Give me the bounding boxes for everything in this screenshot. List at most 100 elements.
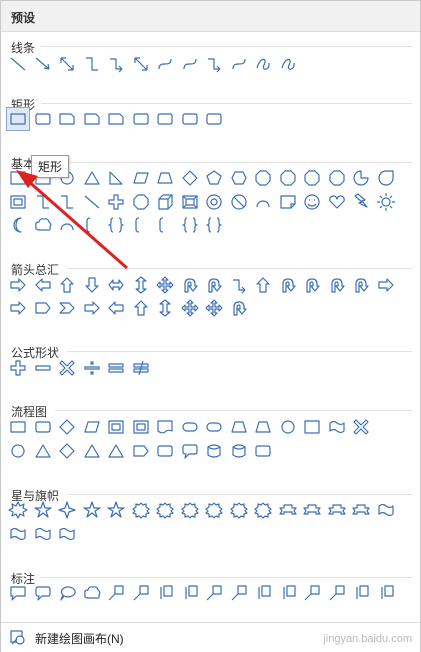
bar-callout-shape-icon[interactable] [179, 582, 201, 604]
terminator-shape-icon[interactable] [179, 416, 201, 438]
cylinder-shape-icon[interactable] [203, 440, 225, 462]
elbow-shape-icon[interactable] [32, 191, 54, 213]
num-gon-shape-icon[interactable] [277, 167, 299, 189]
wave-shape-icon[interactable] [32, 523, 54, 545]
bar-callout-shape-icon[interactable] [350, 582, 372, 604]
arc-shape-icon[interactable] [56, 214, 78, 236]
round-rect-shape-icon[interactable] [32, 108, 54, 130]
callout-round-shape-icon[interactable] [32, 582, 54, 604]
star-shape-icon[interactable] [105, 499, 127, 521]
label-shape-icon[interactable] [7, 167, 29, 189]
bevel-shape-icon[interactable] [179, 191, 201, 213]
line-callout-shape-icon[interactable] [326, 582, 348, 604]
bracket-shape-icon[interactable] [154, 214, 176, 236]
document-shape-icon[interactable] [154, 416, 176, 438]
wave-shape-icon[interactable] [375, 499, 397, 521]
triangle-shape-icon[interactable] [81, 440, 103, 462]
round-rect-shape-icon[interactable] [154, 440, 176, 462]
snip-rect-shape-icon[interactable] [56, 108, 78, 130]
triangle-shape-icon[interactable] [32, 440, 54, 462]
cube-shape-icon[interactable] [154, 191, 176, 213]
num-gon-shape-icon[interactable] [326, 167, 348, 189]
seal-shape-icon[interactable] [179, 499, 201, 521]
trap-shape-icon[interactable] [228, 416, 250, 438]
arrow-u-shape-icon[interactable] [56, 274, 78, 296]
circle-shape-icon[interactable] [277, 416, 299, 438]
label-shape-icon[interactable] [301, 416, 323, 438]
pentagon-shape-icon[interactable] [203, 167, 225, 189]
equal-shape-icon[interactable] [105, 357, 127, 379]
terminator-shape-icon[interactable] [203, 416, 225, 438]
arrow-r-shape-icon[interactable] [7, 297, 29, 319]
arc-shape-icon[interactable] [252, 191, 274, 213]
elbow-shape-icon[interactable] [81, 53, 103, 75]
round-rect-shape-icon[interactable] [32, 416, 54, 438]
uturn-shape-icon[interactable] [228, 297, 250, 319]
diamond-shape-icon[interactable] [179, 167, 201, 189]
arrow-u-shape-icon[interactable] [130, 297, 152, 319]
rtriangle-shape-icon[interactable] [105, 167, 127, 189]
arrow-d-shape-icon[interactable] [81, 274, 103, 296]
plus-shape-icon[interactable] [105, 191, 127, 213]
uturn-shape-icon[interactable] [277, 274, 299, 296]
curve-shape-icon[interactable] [179, 53, 201, 75]
fold-shape-icon[interactable] [277, 191, 299, 213]
dbl-arrow-shape-icon[interactable] [56, 53, 78, 75]
round-rect-shape-icon[interactable] [203, 108, 225, 130]
arrow-r-shape-icon[interactable] [7, 274, 29, 296]
hexagon-shape-icon[interactable] [228, 167, 250, 189]
bar-callout-shape-icon[interactable] [277, 582, 299, 604]
pie-shape-icon[interactable] [350, 167, 372, 189]
arrow-l-r-shape-icon[interactable] [105, 274, 127, 296]
ribbon-shape-icon[interactable] [277, 499, 299, 521]
moon-shape-icon[interactable] [7, 214, 29, 236]
cloud-shape-icon[interactable] [32, 214, 54, 236]
ribbon-shape-icon[interactable] [350, 499, 372, 521]
elbow-arrow-shape-icon[interactable] [105, 53, 127, 75]
scribble-shape-icon[interactable] [277, 53, 299, 75]
curve-shape-icon[interactable] [228, 53, 250, 75]
bar-callout-shape-icon[interactable] [252, 582, 274, 604]
num-gon-shape-icon[interactable] [252, 167, 274, 189]
circle-shape-icon[interactable] [7, 440, 29, 462]
uturn-shape-icon[interactable] [203, 274, 225, 296]
chevron-shape-icon[interactable] [56, 297, 78, 319]
trap-shape-icon[interactable] [252, 416, 274, 438]
brace-shape-icon[interactable] [105, 214, 127, 236]
rect-shape-icon[interactable] [6, 107, 30, 131]
trap-shape-icon[interactable] [154, 167, 176, 189]
heart-shape-icon[interactable] [326, 191, 348, 213]
uturn-shape-icon[interactable] [301, 274, 323, 296]
ribbon-shape-icon[interactable] [326, 499, 348, 521]
para-shape-icon[interactable] [81, 416, 103, 438]
round-rect-shape-icon[interactable] [130, 108, 152, 130]
frame-shape-icon[interactable] [105, 416, 127, 438]
bracket-shape-icon[interactable] [81, 214, 103, 236]
elbow-arrow-shape-icon[interactable] [203, 53, 225, 75]
star4-shape-icon[interactable] [56, 499, 78, 521]
not-equal-shape-icon[interactable] [130, 357, 152, 379]
times-shape-icon[interactable] [350, 416, 372, 438]
arrow-u-shape-icon[interactable] [252, 274, 274, 296]
wave-shape-icon[interactable] [7, 523, 29, 545]
seal-shape-icon[interactable] [203, 499, 225, 521]
triangle-shape-icon[interactable] [105, 440, 127, 462]
brace-shape-icon[interactable] [179, 214, 201, 236]
frame-shape-icon[interactable] [130, 416, 152, 438]
arrow-r-shape-icon[interactable] [375, 274, 397, 296]
seal-shape-icon[interactable] [154, 499, 176, 521]
uturn-shape-icon[interactable] [179, 274, 201, 296]
scribble-shape-icon[interactable] [252, 53, 274, 75]
cylinder-shape-icon[interactable] [228, 440, 250, 462]
sun-shape-icon[interactable] [375, 191, 397, 213]
callout-shape-icon[interactable] [7, 582, 29, 604]
round-rect-shape-icon[interactable] [252, 440, 274, 462]
round-rect-shape-icon[interactable] [179, 108, 201, 130]
dbl-arrow-shape-icon[interactable] [130, 53, 152, 75]
line-callout-shape-icon[interactable] [301, 582, 323, 604]
line-callout-shape-icon[interactable] [105, 582, 127, 604]
bracket-shape-icon[interactable] [130, 214, 152, 236]
line-callout-shape-icon[interactable] [130, 582, 152, 604]
line-shape-icon[interactable] [81, 191, 103, 213]
callout-round-shape-icon[interactable] [179, 440, 201, 462]
